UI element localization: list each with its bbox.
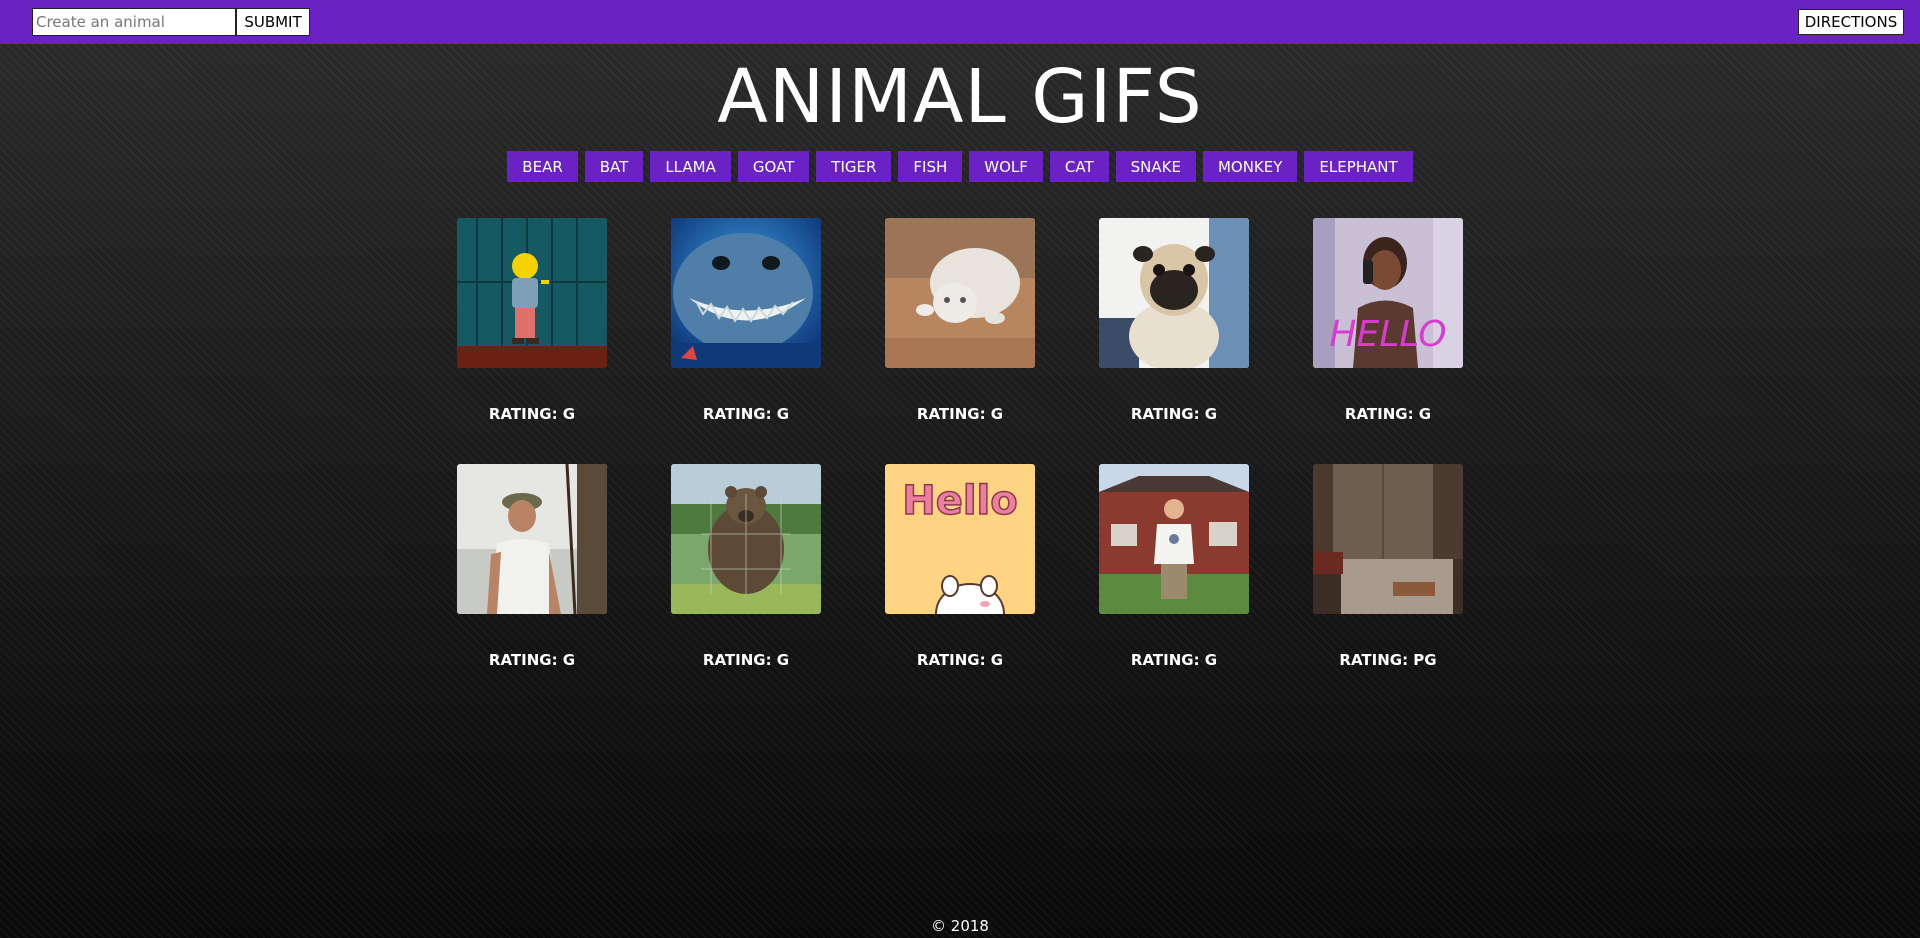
animal-button-monkey[interactable]: MONKEY [1202, 151, 1298, 182]
animal-button-goat[interactable]: GOAT [737, 151, 810, 182]
animal-button-llama[interactable]: LLAMA [650, 151, 731, 182]
directions-button[interactable]: DIRECTIONS [1798, 9, 1904, 35]
gif-card: RATING: G [1099, 218, 1249, 423]
gif-card: HELLO RATING: G [1313, 218, 1463, 423]
gif-image-dim-room[interactable] [1313, 464, 1463, 614]
gif-caption-text: Hello [902, 478, 1018, 524]
gif-rating: RATING: PG [1339, 651, 1437, 669]
submit-button[interactable]: SUBMIT [236, 8, 310, 36]
animal-button-cat[interactable]: CAT [1049, 151, 1109, 182]
gif-image-man-in-yard[interactable] [1099, 464, 1249, 614]
gif-image-hello-cartoon[interactable]: Hello [885, 464, 1035, 614]
gif-image-cartoon-boy[interactable] [457, 218, 607, 368]
gif-rating: RATING: G [916, 405, 1004, 423]
animal-button-tiger[interactable]: TIGER [816, 151, 892, 182]
animal-button-wolf[interactable]: WOLF [969, 151, 1043, 182]
animal-button-snake[interactable]: SNAKE [1115, 151, 1196, 182]
gif-rating: RATING: G [702, 405, 790, 423]
animal-button-bar: BEAR BAT LLAMA GOAT TIGER FISH WOLF CAT … [0, 151, 1920, 182]
gif-card: RATING: G [1099, 464, 1249, 669]
footer-copyright: © 2018 [931, 917, 989, 935]
gif-results-grid: RATING: G RATING: G RATING: G RATING: G … [457, 218, 1463, 669]
gif-image-pug[interactable] [1099, 218, 1249, 368]
gif-rating: RATING: G [702, 651, 790, 669]
animal-button-fish[interactable]: FISH [898, 151, 963, 182]
gif-rating: RATING: G [1344, 405, 1432, 423]
gif-card: RATING: PG [1313, 464, 1463, 669]
gif-rating: RATING: G [488, 405, 576, 423]
animal-button-bear[interactable]: BEAR [507, 151, 578, 182]
gif-image-man-on-phone[interactable]: HELLO [1313, 218, 1463, 368]
gif-card: RATING: G [885, 218, 1035, 423]
gif-image-man-on-boat[interactable] [457, 464, 607, 614]
top-nav-bar: SUBMIT DIRECTIONS [0, 0, 1920, 44]
gif-card: RATING: G [457, 218, 607, 423]
gif-rating: RATING: G [488, 651, 576, 669]
create-animal-input[interactable] [32, 8, 236, 36]
gif-image-kitten[interactable] [885, 218, 1035, 368]
gif-image-shark[interactable] [671, 218, 821, 368]
gif-card: RATING: G [671, 464, 821, 669]
animal-button-elephant[interactable]: ELEPHANT [1304, 151, 1413, 182]
gif-card: RATING: G [671, 218, 821, 423]
gif-rating: RATING: G [1130, 405, 1218, 423]
gif-rating: RATING: G [916, 651, 1004, 669]
gif-card: RATING: G [457, 464, 607, 669]
gif-image-bear[interactable] [671, 464, 821, 614]
animal-button-bat[interactable]: BAT [584, 151, 644, 182]
gif-card: Hello RATING: G [885, 464, 1035, 669]
gif-caption-text: HELLO [1329, 314, 1446, 355]
page-title: ANIMAL GIFS [717, 54, 1203, 140]
gif-rating: RATING: G [1130, 651, 1218, 669]
